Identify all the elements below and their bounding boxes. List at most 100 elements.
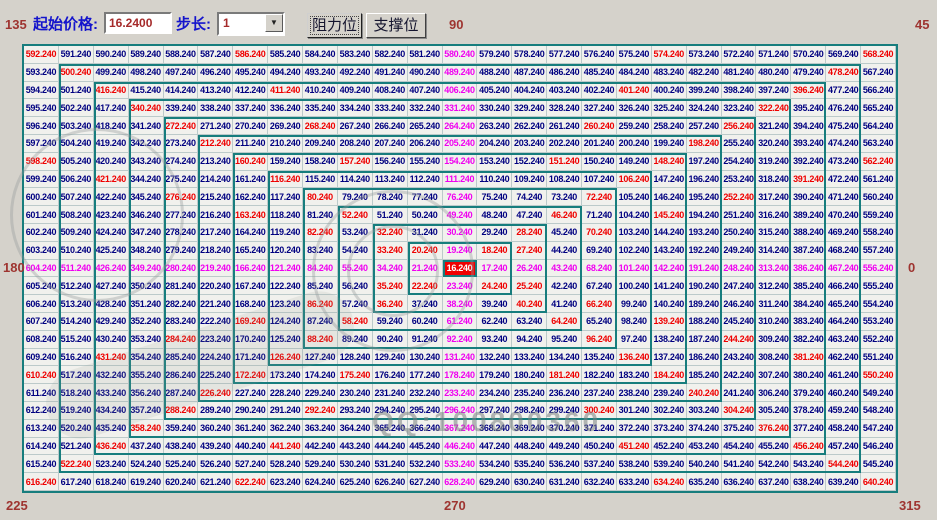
grid-cell: 599.240 [24,170,59,189]
support-button[interactable]: 支撑位 [366,13,426,38]
grid-cell: 52.240 [337,206,373,224]
grid-cell: 337.240 [233,99,269,118]
grid-cell: 121.240 [268,259,304,278]
grid-cell: 542.240 [756,455,792,474]
grid-cell: 423.240 [93,206,129,224]
grid-cell: 513.240 [58,295,94,313]
grid-cell: 640.240 [861,473,896,491]
grid-cell: 543.240 [791,455,827,474]
grid-center-cell: 16.240 [442,259,478,278]
grid-cell: 160.240 [233,152,269,171]
grid-cell: 88.240 [303,330,338,349]
grid-cell: 402.240 [582,81,617,100]
grid-cell: 178.240 [442,366,478,385]
grid-cell: 590.240 [93,46,129,64]
start-price-input[interactable] [104,12,172,34]
grid-cell: 182.240 [582,366,617,385]
grid-cell: 528.240 [268,455,304,474]
chevron-down-icon[interactable]: ▼ [265,14,283,32]
grid-cell: 228.240 [268,384,304,402]
grid-cell: 29.240 [477,223,513,242]
grid-cell: 294.240 [372,401,408,420]
grid-cell: 216.240 [198,206,234,224]
grid-cell: 436.240 [93,437,129,456]
grid-cell: 411.240 [268,81,304,100]
grid-cell: 487.240 [512,63,548,82]
grid-cell: 58.240 [337,312,373,331]
step-combobox[interactable]: 1 ▼ [217,12,285,36]
grid-cell: 156.240 [372,152,408,171]
grid-cell: 44.240 [547,241,583,260]
grid-cell: 226.240 [198,384,234,402]
grid-cell: 258.240 [651,117,687,135]
grid-cell: 326.240 [616,99,652,118]
grid-cell: 510.240 [58,241,94,260]
grid-cell: 41.240 [547,295,583,313]
grid-cell: 72.240 [582,188,617,207]
grid-cell: 230.240 [337,384,373,402]
grid-cell: 517.240 [58,366,94,385]
grid-cell: 185.240 [686,366,722,385]
grid-cell: 405.240 [477,81,513,100]
grid-cell: 140.240 [651,295,687,313]
grid-cell: 393.240 [791,134,827,153]
grid-cell: 53.240 [337,223,373,242]
grid-cell: 224.240 [198,348,234,367]
grid-cell: 607.240 [24,312,59,331]
grid-cell: 370.240 [547,419,583,438]
grid-cell: 265.240 [407,117,443,135]
grid-cell: 57.240 [337,295,373,313]
grid-cell: 380.240 [791,366,827,385]
grid-cell: 415.240 [128,81,164,100]
grid-cell: 630.240 [512,473,548,491]
grid-cell: 472.240 [826,170,862,189]
grid-cell: 526.240 [198,455,234,474]
grid-cell: 143.240 [651,241,687,260]
grid-cell: 43.240 [547,259,583,278]
grid-cell: 550.240 [861,366,896,385]
grid-cell: 242.240 [721,366,757,385]
grid-cell: 259.240 [616,117,652,135]
grid-cell: 631.240 [547,473,583,491]
grid-cell: 49.240 [442,206,478,224]
grid-cell: 395.240 [791,99,827,118]
grid-cell: 493.240 [303,63,338,82]
grid-cell: 321.240 [756,117,792,135]
grid-cell: 401.240 [616,81,652,100]
grid-cell: 637.240 [756,473,792,491]
grid-cell: 448.240 [512,437,548,456]
resistance-button[interactable]: 阻力位 [307,13,362,38]
grid-cell: 168.240 [233,295,269,313]
grid-cell: 116.240 [268,170,304,189]
grid-cell: 456.240 [791,437,827,456]
grid-cell: 85.240 [303,277,338,296]
grid-cell: 457.240 [826,437,862,456]
grid-cell: 504.240 [58,134,94,153]
grid-cell: 328.240 [547,99,583,118]
grid-cell: 445.240 [407,437,443,456]
grid-cell: 163.240 [233,206,269,224]
grid-cell: 273.240 [163,134,199,153]
grid-cell: 480.240 [756,63,792,82]
grid-cell: 373.240 [651,419,687,438]
grid-cell: 311.240 [756,295,792,313]
grid-cell: 382.240 [791,330,827,349]
grid-cell: 627.240 [407,473,443,491]
grid-cell: 633.240 [616,473,652,491]
grid-cell: 620.240 [163,473,199,491]
grid-cell: 255.240 [721,134,757,153]
grid-cell: 159.240 [268,152,304,171]
grid-cell: 164.240 [233,223,269,242]
grid-cell: 102.240 [616,241,652,260]
grid-cell: 252.240 [721,188,757,207]
grid-cell: 309.240 [756,330,792,349]
grid-cell: 28.240 [512,223,548,242]
grid-cell: 132.240 [477,348,513,367]
grid-cell: 269.240 [268,117,304,135]
grid-cell: 271.240 [198,117,234,135]
grid-cell: 364.240 [337,419,373,438]
grid-cell: 482.240 [686,63,722,82]
grid-cell: 560.240 [861,188,896,207]
grid-cell: 249.240 [721,241,757,260]
grid-cell: 244.240 [721,330,757,349]
